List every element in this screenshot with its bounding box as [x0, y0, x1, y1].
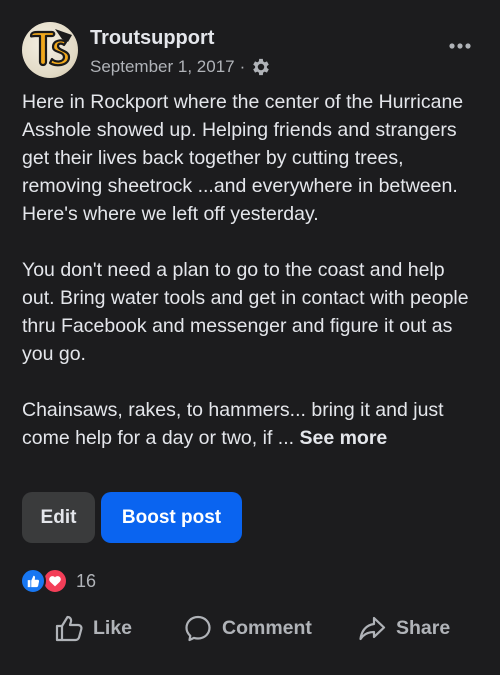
- post-meta: September 1, 2017 ·: [90, 56, 272, 78]
- comment-label: Comment: [222, 616, 312, 639]
- gear-icon[interactable]: [250, 56, 272, 78]
- post-date[interactable]: September 1, 2017: [90, 57, 235, 77]
- comment-bubble-icon: [185, 615, 211, 642]
- post-text: Here in Rockport where the center of the…: [22, 88, 478, 452]
- reactions-summary[interactable]: 16: [20, 568, 96, 594]
- post-paragraph-truncated: Chainsaws, rakes, to hammers... bring it…: [22, 396, 478, 452]
- see-more-link[interactable]: See more: [299, 427, 387, 449]
- share-label: Share: [396, 616, 451, 639]
- share-arrow-icon: [359, 616, 386, 641]
- meta-separator: ·: [239, 57, 246, 76]
- avatar[interactable]: [22, 22, 78, 78]
- edit-button[interactable]: Edit: [22, 492, 95, 543]
- boost-post-button[interactable]: Boost post: [101, 492, 242, 543]
- reaction-count: 16: [76, 570, 97, 591]
- post-footer-actions: Like Comment Share: [0, 606, 500, 650]
- post-paragraph: You don't need a plan to go to the coast…: [22, 259, 469, 365]
- like-label: Like: [93, 616, 133, 639]
- comment-button[interactable]: Comment: [183, 606, 312, 650]
- share-button[interactable]: Share: [357, 606, 450, 650]
- author-name[interactable]: Troutsupport: [90, 27, 214, 50]
- avatar-logo-image: [29, 29, 72, 67]
- like-button[interactable]: Like: [54, 606, 132, 650]
- post-actions: Edit Boost post: [22, 492, 242, 543]
- post-header: Troutsupport September 1, 2017 ·: [22, 22, 482, 82]
- thumbs-up-icon: [55, 615, 83, 642]
- post-paragraph: Here in Rockport where the center of the…: [22, 91, 464, 225]
- more-horizontal-icon[interactable]: [446, 36, 476, 56]
- like-reaction-icon: [20, 568, 46, 594]
